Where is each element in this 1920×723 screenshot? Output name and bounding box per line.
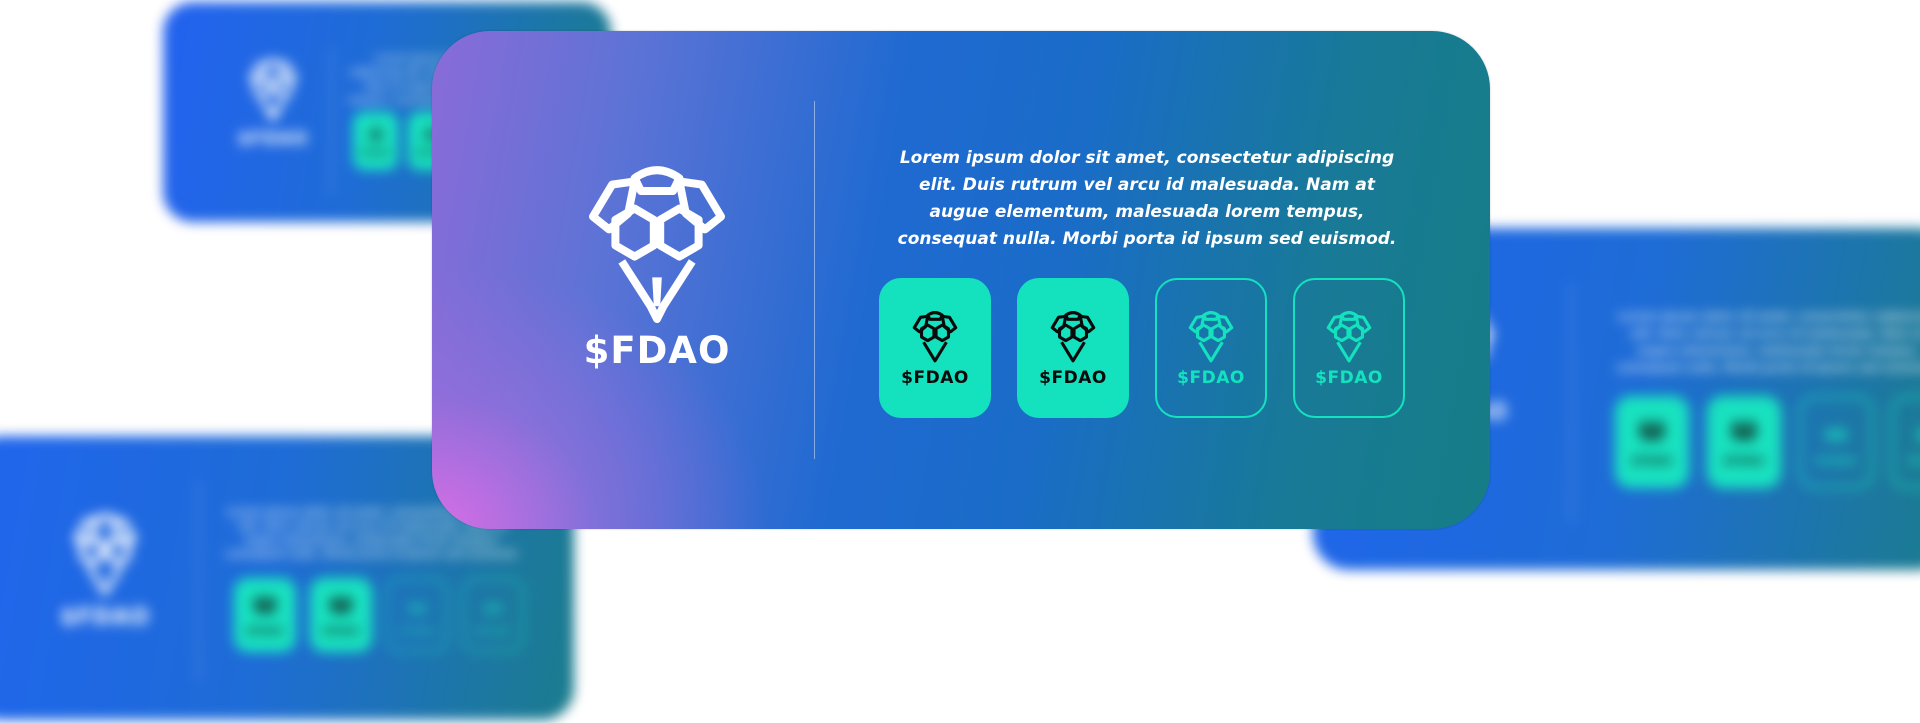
logo-tile-outline: $FDAO [386, 578, 448, 652]
logo-tile-solid: $FDAO [1615, 396, 1689, 488]
description-text: Lorem ipsum dolor sit amet, consectetur … [1616, 310, 1920, 374]
brand-block: $FDAO [218, 57, 328, 149]
divider [331, 47, 332, 197]
brand-name: $FDAO [237, 129, 309, 149]
logo-tile-outline: $FDAO [462, 578, 524, 652]
logo-tile-solid: $FDAO [1707, 396, 1781, 488]
tile-row: $FDAO $FDAO $FDAO $FDAO [234, 578, 524, 652]
skull-hexagon-icon [1825, 427, 1847, 441]
tile-label: $FDAO [360, 149, 391, 157]
tile-label: $FDAO [1039, 367, 1107, 388]
logo-tile-solid: $FDAO [310, 578, 372, 652]
tile-label: $FDAO [1723, 455, 1765, 467]
tile-label: $FDAO [1815, 455, 1857, 467]
divider [1571, 283, 1572, 523]
tile-label: $FDAO [1907, 455, 1920, 467]
divider [814, 101, 815, 459]
logo-tile-outline: $FDAO [1799, 396, 1873, 488]
skull-hexagon-icon [253, 595, 277, 614]
description-text: Lorem ipsum dolor sit amet, consectetur … [897, 148, 1397, 249]
skull-hexagon-icon [73, 513, 137, 596]
logo-tile-outline: $FDAO [1293, 278, 1405, 418]
skull-hexagon-icon [589, 166, 725, 323]
logo-tile-solid: $FDAO [879, 278, 991, 418]
skull-hexagon-icon [249, 59, 297, 121]
tile-label: $FDAO [901, 367, 969, 388]
logo-tile-solid: $FDAO [353, 112, 398, 170]
skull-hexagon-icon [1730, 420, 1758, 441]
logo-tile-solid: $FDAO [234, 578, 296, 652]
skull-hexagon-icon [368, 125, 383, 140]
brand-name: $FDAO [583, 329, 731, 372]
logo-tile-solid: $FDAO [1017, 278, 1129, 418]
skull-hexagon-icon [1188, 310, 1234, 362]
divider [198, 481, 199, 681]
tile-label: $FDAO [474, 626, 512, 637]
tile-label: $FDAO [1631, 455, 1673, 467]
skull-hexagon-icon [1050, 310, 1096, 362]
skull-hexagon-icon [1326, 310, 1372, 362]
tile-row: $FDAO $FDAO $FDAO $FDAO [1615, 396, 1920, 488]
showcase-stage: $FDAO Lorem ipsum dolor sit amet, consec… [0, 0, 1920, 723]
card-main: $FDAO Lorem ipsum dolor sit amet, consec… [432, 31, 1490, 529]
skull-hexagon-icon [912, 310, 958, 362]
skull-hexagon-icon [483, 602, 503, 614]
tile-label: $FDAO [322, 626, 360, 637]
skull-hexagon-icon [329, 595, 353, 614]
skull-hexagon-icon [1917, 428, 1920, 440]
brand-block: $FDAO [562, 159, 752, 372]
tile-label: $FDAO [246, 626, 284, 637]
tile-row: $FDAO $FDAO [879, 278, 1405, 418]
logo-tile-outline: $FDAO [1891, 396, 1920, 488]
brand-name: $FDAO [60, 605, 150, 630]
skull-hexagon-icon [407, 602, 427, 614]
skull-hexagon-icon [1638, 420, 1666, 441]
brand-block: $FDAO [50, 511, 160, 630]
tile-label: $FDAO [1315, 367, 1383, 388]
tile-label: $FDAO [398, 626, 436, 637]
logo-tile-outline: $FDAO [1155, 278, 1267, 418]
tile-label: $FDAO [1177, 367, 1245, 388]
